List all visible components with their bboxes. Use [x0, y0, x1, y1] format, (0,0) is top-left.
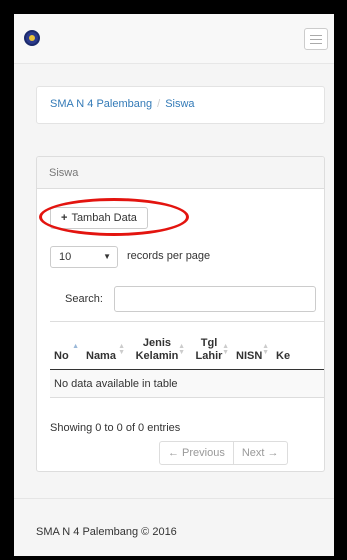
empty-table-message: No data available in table [50, 369, 324, 398]
breadcrumb-separator: / [157, 98, 161, 110]
records-per-page-label: records per page [127, 250, 211, 262]
sort-asc-icon: ▲ [72, 343, 79, 350]
table-row: No data available in table [50, 369, 324, 398]
breadcrumb: SMA N 4 Palembang / Siswa [36, 86, 325, 124]
add-data-label: Tambah Data [71, 212, 137, 224]
app-screen: SMA N 4 Palembang / Siswa Siswa + Tambah Da… [14, 14, 334, 556]
records-per-page-value: 10 [59, 251, 72, 263]
records-per-page-select[interactable]: 10 ▼ [50, 246, 118, 268]
students-table: No ▲ Nama ▲ ▼ Jenis Kelamin ▲ ▼ Tgl Lahir ▲ ▼ NIS… [50, 321, 324, 399]
school-logo-icon[interactable] [24, 30, 40, 46]
column-header-nama[interactable]: Nama ▲ ▼ [82, 321, 128, 370]
sort-icon: ▲ ▼ [222, 343, 229, 356]
previous-page-button[interactable]: ← Previous [160, 442, 233, 464]
breadcrumb-current[interactable]: Siswa [165, 98, 194, 110]
column-header-jenis-kelamin[interactable]: Jenis Kelamin ▲ ▼ [128, 321, 188, 370]
add-data-button[interactable]: + Tambah Data [50, 207, 148, 229]
search-input[interactable] [114, 286, 316, 312]
menu-toggle-button[interactable] [304, 28, 328, 50]
breadcrumb-school-link[interactable]: SMA N 4 Palembang [50, 98, 152, 110]
hamburger-icon [310, 35, 322, 36]
sort-icon: ▲ ▼ [118, 343, 125, 356]
plus-icon: + [61, 212, 68, 224]
search-label: Search: [65, 293, 103, 305]
column-header-nisn[interactable]: NISN ▲ ▼ [232, 321, 272, 370]
next-page-button[interactable]: Next → [232, 442, 287, 464]
column-header-tgl-lahir[interactable]: Tgl Lahir ▲ ▼ [188, 321, 232, 370]
footer-text: SMA N 4 Palembang © 2016 [36, 526, 177, 538]
siswa-panel: Siswa + Tambah Data 10 ▼ records per page… [36, 156, 325, 472]
column-header-ke[interactable]: Ke [272, 321, 324, 370]
pagination: ← Previous Next → [159, 441, 288, 465]
column-header-no[interactable]: No ▲ [50, 321, 82, 370]
sort-icon: ▲ ▼ [262, 343, 269, 356]
navbar [14, 14, 334, 64]
dropdown-arrow-icon: ▼ [103, 252, 111, 261]
sort-icon: ▲ ▼ [178, 343, 185, 356]
table-info: Showing 0 to 0 of 0 entries [50, 422, 181, 434]
panel-title: Siswa [37, 157, 324, 189]
